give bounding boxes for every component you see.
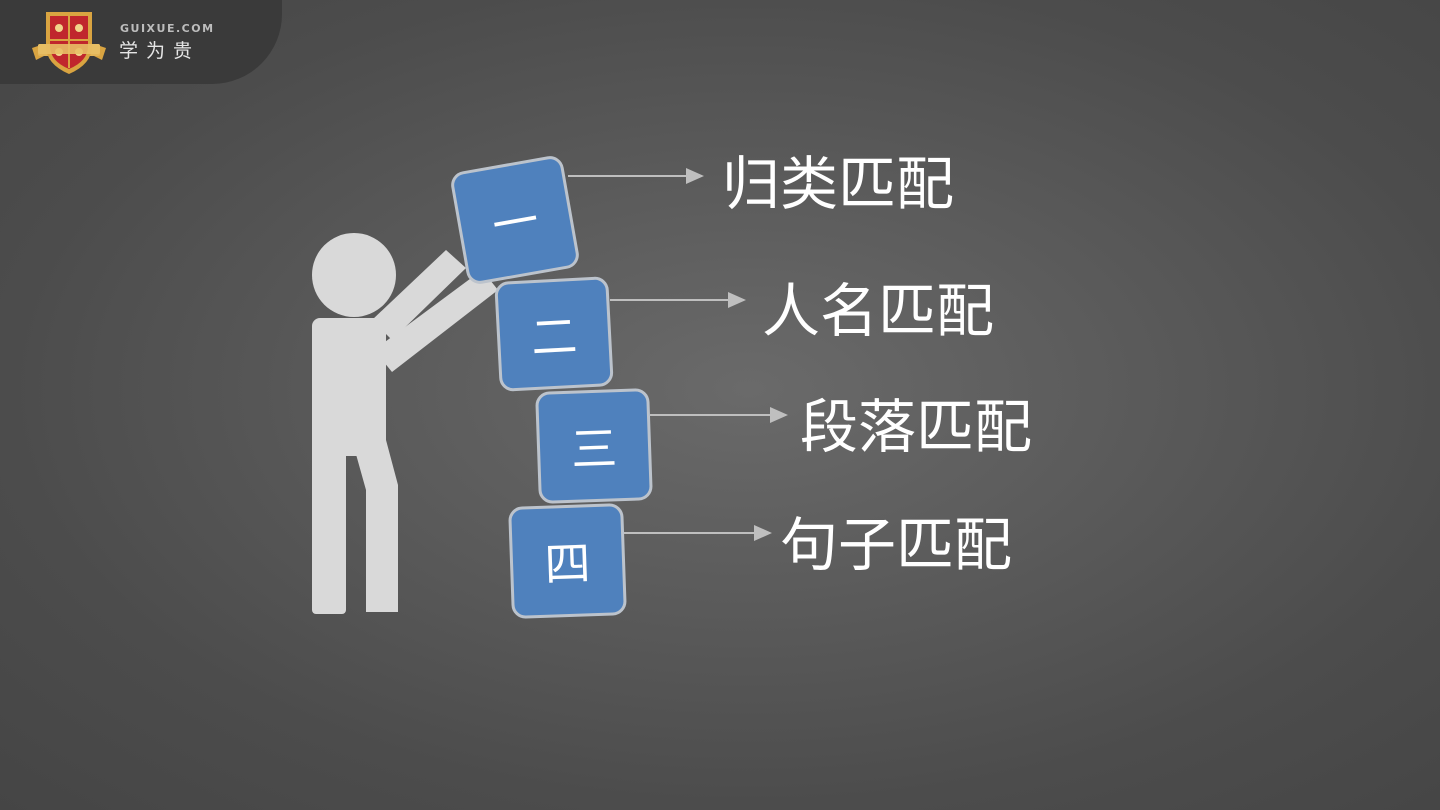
- person-icon: [312, 233, 498, 614]
- block-one: 一: [448, 153, 582, 287]
- block-numeral: 二: [529, 308, 579, 366]
- block-two: 二: [494, 276, 614, 392]
- block-numeral: 一: [488, 192, 543, 254]
- block-numeral: 三: [570, 421, 619, 477]
- label-category-matching: 归类匹配: [722, 150, 955, 218]
- label-sentence-matching: 句子匹配: [780, 511, 1013, 579]
- block-numeral: 四: [543, 536, 592, 592]
- label-paragraph-matching: 段落匹配: [800, 393, 1033, 461]
- label-name-matching: 人名匹配: [762, 277, 995, 345]
- stick-figure-illustration: [312, 168, 788, 614]
- block-four: 四: [508, 503, 627, 619]
- block-three: 三: [535, 388, 653, 504]
